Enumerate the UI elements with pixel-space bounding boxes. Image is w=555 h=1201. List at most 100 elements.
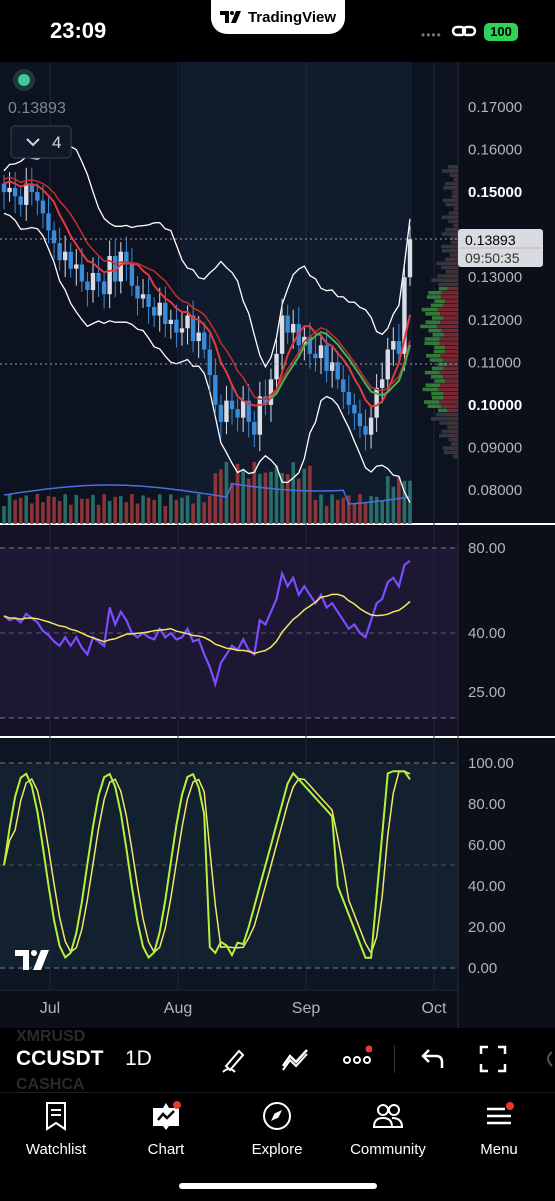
volume-profile-up bbox=[448, 211, 453, 215]
volume-profile-down bbox=[441, 291, 458, 295]
more-icon[interactable] bbox=[342, 1044, 372, 1074]
volume-bar bbox=[146, 497, 151, 524]
volume-profile-up bbox=[422, 387, 439, 392]
volume-profile-down bbox=[444, 333, 458, 337]
nav-chart[interactable]: Chart bbox=[116, 1100, 216, 1158]
volume-profile-down bbox=[446, 261, 458, 266]
volume-profile-down bbox=[444, 349, 458, 354]
chart-canvas[interactable]: 0.17000 0.16000 0.15000 0.13000 0.12000 0.110… bbox=[0, 62, 555, 1028]
volume-bar bbox=[124, 502, 129, 524]
volume-profile-down bbox=[452, 165, 458, 169]
volume-profile-down bbox=[448, 265, 458, 270]
nav-watchlist[interactable]: Watchlist bbox=[6, 1100, 106, 1158]
volume-bar bbox=[291, 462, 296, 524]
volume-bar bbox=[7, 494, 12, 524]
nav-community[interactable]: Community bbox=[338, 1100, 438, 1158]
volume-profile-down bbox=[438, 387, 458, 392]
nav-label: Chart bbox=[147, 1141, 185, 1158]
candle-body bbox=[357, 413, 363, 427]
candle-body bbox=[341, 379, 346, 393]
candle-body bbox=[313, 353, 318, 359]
nav-menu[interactable]: Menu bbox=[449, 1100, 549, 1158]
volume-bar bbox=[57, 500, 62, 524]
volume-bar bbox=[41, 502, 45, 524]
volume-bar bbox=[369, 496, 373, 524]
volume-bar bbox=[230, 482, 234, 524]
volume-profile-up bbox=[452, 190, 455, 194]
price-axis-label: 0.15000 bbox=[468, 184, 522, 201]
volume-profile-down bbox=[449, 198, 458, 203]
time-axis[interactable]: Jul Aug Sep Oct bbox=[40, 1000, 447, 1017]
volume-profile-down bbox=[453, 173, 458, 177]
rsi-axis-label: 25.00 bbox=[468, 684, 506, 701]
volume-profile-down bbox=[442, 358, 458, 362]
fullscreen-icon[interactable] bbox=[478, 1044, 508, 1074]
price-axis-label: 0.08000 bbox=[468, 482, 522, 499]
candle-body bbox=[396, 341, 402, 354]
candle-body bbox=[168, 319, 174, 325]
volume-bar bbox=[330, 494, 334, 524]
volume-profile-down bbox=[444, 345, 458, 350]
volume-profile-down bbox=[454, 194, 458, 198]
volume-profile-up bbox=[429, 358, 443, 362]
price-axis-label: 0.13000 bbox=[468, 269, 522, 286]
volume-bar bbox=[363, 502, 368, 524]
candle-body bbox=[174, 319, 179, 333]
volume-profile-up bbox=[431, 396, 444, 400]
volume-bar bbox=[180, 497, 184, 524]
volume-profile-down bbox=[441, 328, 458, 333]
volume-bar bbox=[397, 476, 401, 524]
candle-body bbox=[391, 341, 396, 350]
volume-profile-down bbox=[453, 240, 458, 245]
volume-profile-up bbox=[451, 442, 455, 446]
nav-explore[interactable]: Explore bbox=[227, 1100, 327, 1158]
volume-bar bbox=[196, 494, 201, 524]
toolbar-divider bbox=[394, 1045, 395, 1073]
stoch-axis-label: 80.00 bbox=[468, 796, 506, 813]
volume-profile-up bbox=[443, 450, 451, 455]
volume-bar bbox=[2, 506, 6, 524]
chart-icon bbox=[153, 1101, 181, 1130]
interval-selector[interactable]: 1D bbox=[125, 1047, 152, 1071]
time-axis-label: Jul bbox=[40, 1000, 60, 1017]
volume-profile-up bbox=[434, 349, 445, 354]
volume-bar bbox=[324, 505, 329, 524]
volume-profile-down bbox=[450, 228, 458, 232]
volume-profile-down bbox=[455, 207, 458, 211]
undo-icon[interactable] bbox=[416, 1044, 446, 1074]
indicator-collapse-button[interactable] bbox=[10, 125, 72, 159]
chart-area[interactable]: 0.17000 0.16000 0.15000 0.13000 0.12000 0.110… bbox=[0, 62, 555, 1028]
volume-profile-down bbox=[454, 442, 458, 446]
volume-bar bbox=[335, 499, 340, 524]
trend-line-icon[interactable] bbox=[280, 1044, 310, 1074]
rsi-axis-label: 80.00 bbox=[468, 540, 506, 557]
volume-bar bbox=[241, 468, 245, 524]
candle-body bbox=[368, 417, 374, 435]
volume-bar bbox=[313, 499, 318, 524]
stoch-axis-label: 20.00 bbox=[468, 919, 506, 936]
scroll-hint-icon bbox=[547, 1051, 553, 1067]
volume-bar bbox=[296, 478, 301, 524]
link-icon bbox=[451, 25, 477, 37]
volume-profile-down bbox=[437, 324, 458, 329]
candle-body bbox=[85, 281, 90, 290]
volume-profile-down bbox=[439, 341, 458, 345]
nav-label: Menu bbox=[480, 1141, 518, 1158]
volume-profile-up bbox=[440, 265, 449, 270]
volume-profile-down bbox=[443, 278, 458, 282]
candle-body bbox=[157, 302, 162, 316]
volume-profile-up bbox=[431, 391, 444, 396]
volume-profile-down bbox=[443, 396, 458, 400]
volume-bar bbox=[358, 494, 362, 524]
candle-body bbox=[218, 404, 224, 422]
nav-label: Explore bbox=[251, 1141, 303, 1158]
volume-profile-down bbox=[443, 303, 458, 308]
candle-body bbox=[140, 294, 146, 299]
volume-bar bbox=[35, 494, 40, 524]
candle-body bbox=[57, 243, 62, 261]
volume-profile-down bbox=[443, 375, 458, 379]
pen-icon[interactable] bbox=[219, 1044, 249, 1074]
symbol-selector[interactable]: CCUSDT bbox=[16, 1047, 104, 1071]
volume-bar bbox=[130, 494, 134, 524]
volume-bar bbox=[258, 473, 262, 524]
